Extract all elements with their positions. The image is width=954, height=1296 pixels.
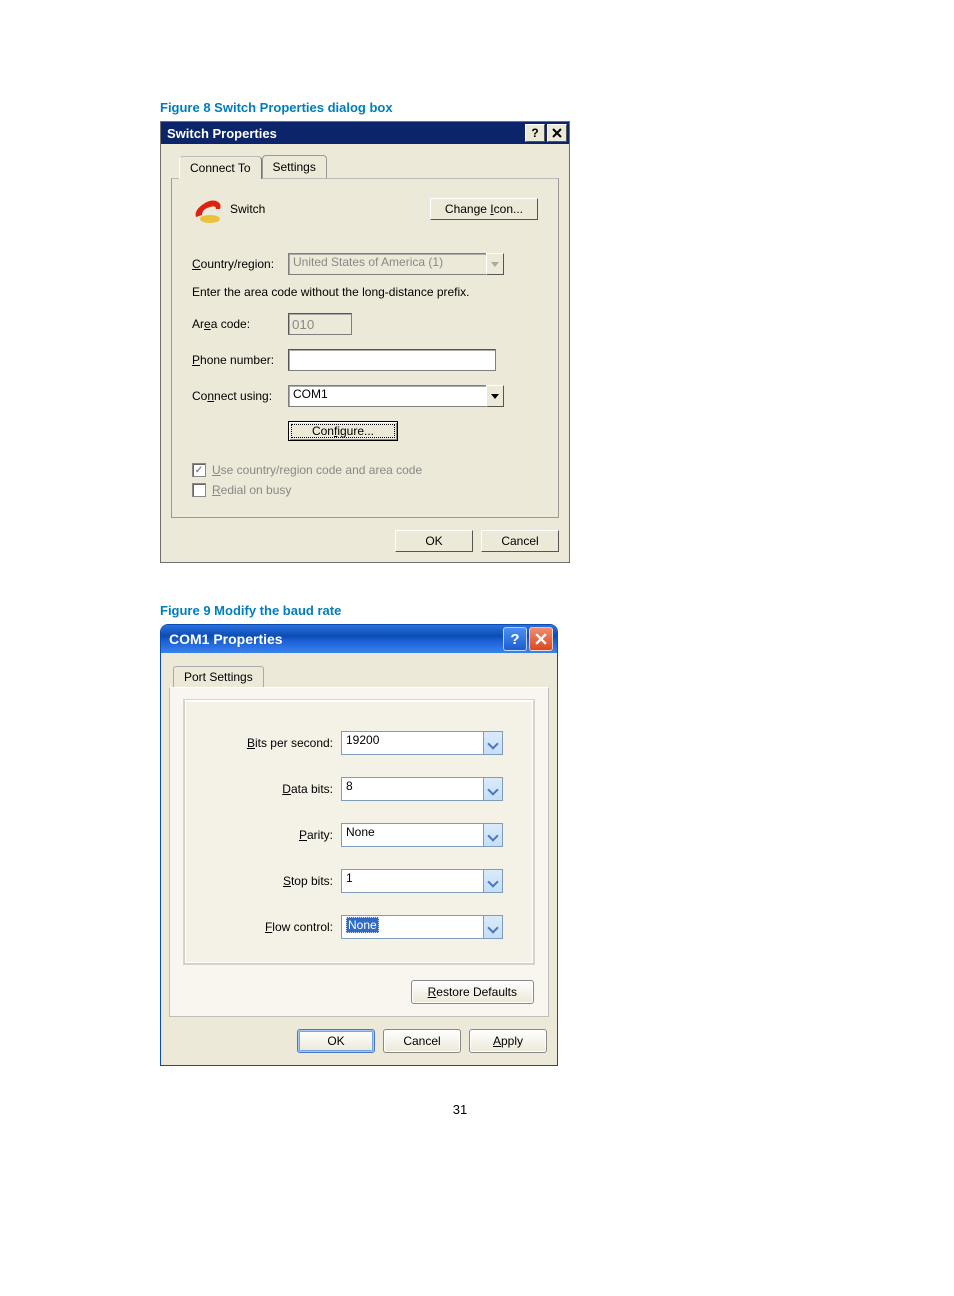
connect-using-select[interactable]: COM1: [288, 385, 486, 407]
help-button[interactable]: ?: [525, 124, 545, 142]
bits-per-second-select[interactable]: 19200: [341, 731, 503, 755]
cancel-button[interactable]: Cancel: [481, 530, 559, 552]
ok-button[interactable]: OK: [297, 1029, 375, 1053]
close-button[interactable]: [547, 124, 567, 142]
ok-button[interactable]: OK: [395, 530, 473, 552]
area-code-hint: Enter the area code without the long-dis…: [192, 285, 538, 299]
dropdown-arrow-icon[interactable]: [486, 385, 504, 407]
connect-using-label: Connect using:: [192, 389, 288, 403]
cancel-button[interactable]: Cancel: [383, 1029, 461, 1053]
switch-properties-dialog: Switch Properties ? Connect To Settings …: [160, 121, 570, 563]
tab-settings[interactable]: Settings: [262, 155, 327, 178]
apply-button[interactable]: Apply: [469, 1029, 547, 1053]
close-button[interactable]: [529, 627, 553, 651]
titlebar: Switch Properties ?: [161, 122, 569, 144]
chevron-down-icon[interactable]: [484, 777, 503, 801]
use-country-code-checkbox[interactable]: ✓ Use country/region code and area code: [192, 463, 538, 477]
settings-group: Bits per second: 19200 Data bits: 8 Pari…: [184, 700, 534, 964]
titlebar: COM1 Properties ?: [161, 625, 557, 653]
help-button[interactable]: ?: [503, 627, 527, 651]
restore-defaults-button[interactable]: Restore Defaults: [411, 980, 534, 1004]
country-select[interactable]: United States of America (1): [288, 253, 486, 275]
page-number: 31: [160, 1102, 760, 1117]
redial-on-busy-checkbox[interactable]: Redial on busy: [192, 483, 538, 497]
flow-control-select[interactable]: None: [341, 915, 503, 939]
flow-control-label: Flow control:: [203, 920, 341, 934]
area-code-input[interactable]: [288, 313, 352, 335]
dialog-title: Switch Properties: [167, 126, 524, 141]
tab-connect-to[interactable]: Connect To: [179, 156, 262, 179]
chevron-down-icon[interactable]: [484, 731, 503, 755]
figure8-caption: Figure 8 Switch Properties dialog box: [160, 100, 760, 115]
parity-select[interactable]: None: [341, 823, 503, 847]
connection-name: Switch: [230, 202, 265, 216]
connection-icon: [192, 193, 224, 225]
data-bits-label: Data bits:: [203, 782, 341, 796]
figure9-caption: Figure 9 Modify the baud rate: [160, 603, 760, 618]
stop-bits-label: Stop bits:: [203, 874, 341, 888]
dropdown-arrow-icon[interactable]: [486, 253, 504, 275]
change-icon-button[interactable]: Change Icon...: [430, 198, 538, 220]
data-bits-select[interactable]: 8: [341, 777, 503, 801]
phone-label: Phone number:: [192, 353, 288, 367]
tab-port-settings[interactable]: Port Settings: [173, 666, 264, 687]
configure-button[interactable]: Configure...: [288, 421, 398, 441]
bits-per-second-label: Bits per second:: [203, 736, 341, 750]
chevron-down-icon[interactable]: [484, 869, 503, 893]
stop-bits-select[interactable]: 1: [341, 869, 503, 893]
parity-label: Parity:: [203, 828, 341, 842]
chevron-down-icon[interactable]: [484, 823, 503, 847]
area-code-label: Area code:: [192, 317, 288, 331]
phone-input[interactable]: [288, 349, 496, 371]
dialog-title: COM1 Properties: [169, 631, 501, 647]
country-label: Country/region:: [192, 257, 288, 271]
com1-properties-dialog: COM1 Properties ? Port Settings Bits per…: [160, 624, 558, 1066]
chevron-down-icon[interactable]: [484, 915, 503, 939]
